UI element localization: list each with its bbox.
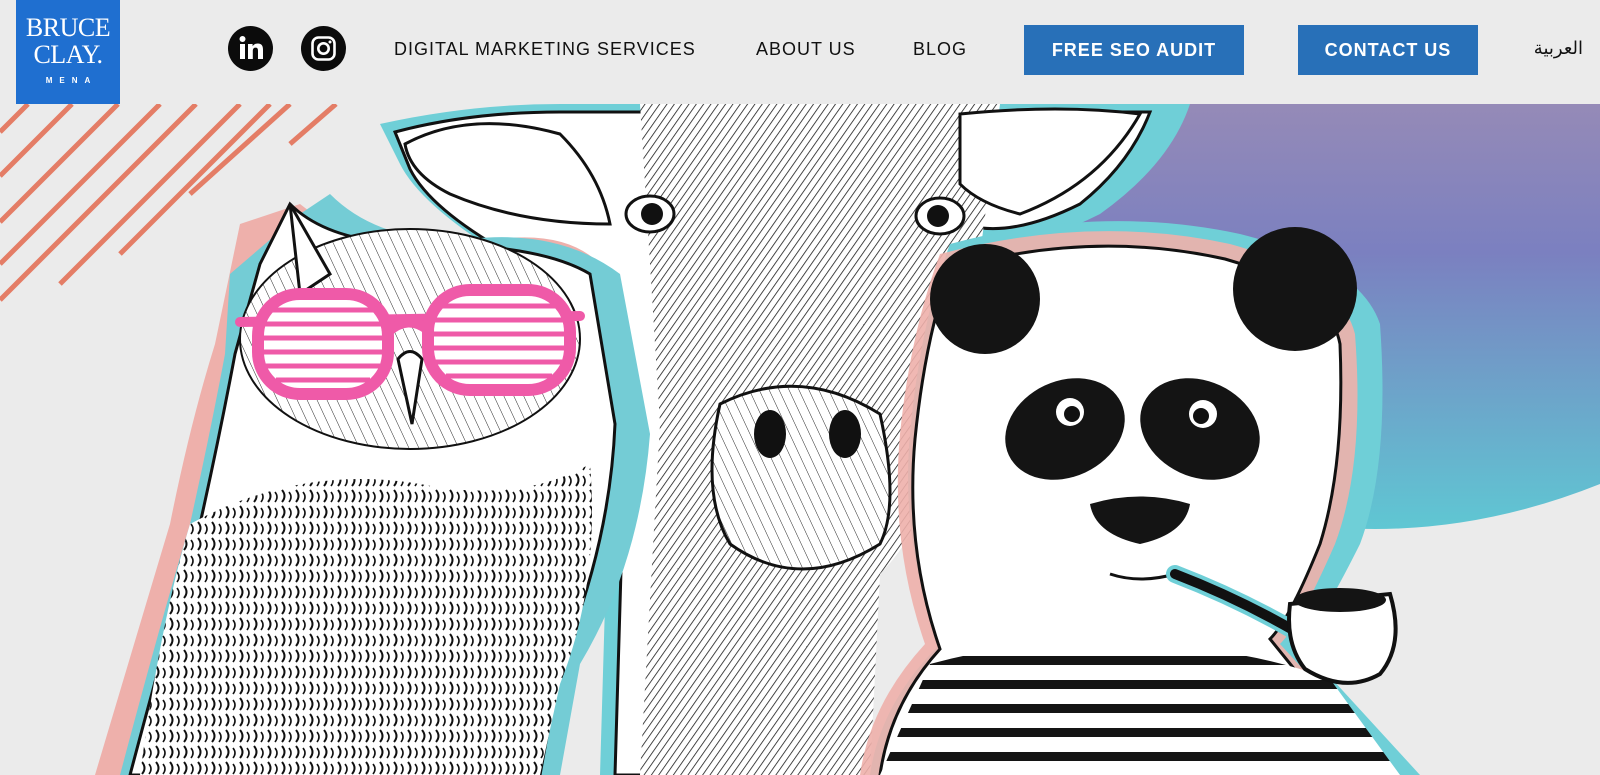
linkedin-icon <box>228 26 273 71</box>
page: Bruce Clay. MENA DIGITAL M <box>0 0 1600 775</box>
instagram-link[interactable] <box>301 26 346 71</box>
hero-illustration <box>0 104 1600 775</box>
site-header: Bruce Clay. MENA DIGITAL M <box>0 0 1600 104</box>
nav-blog[interactable]: BLOG <box>913 38 967 60</box>
brand-logo[interactable]: Bruce Clay. MENA <box>16 0 120 104</box>
contact-us-button[interactable]: CONTACT US <box>1298 25 1478 75</box>
owl-illustration <box>95 194 650 775</box>
logo-line-1: Bruce <box>25 13 111 42</box>
nav-about-us[interactable]: ABOUT US <box>756 38 856 60</box>
linkedin-link[interactable] <box>228 26 273 71</box>
panda-illustration <box>860 221 1420 775</box>
nav-digital-marketing-services[interactable]: DIGITAL MARKETING SERVICES <box>394 38 696 60</box>
instagram-icon <box>301 26 346 71</box>
language-switch-arabic[interactable]: العربية <box>1534 38 1583 60</box>
logo-line-2: Clay. <box>33 40 103 69</box>
free-seo-audit-button[interactable]: FREE SEO AUDIT <box>1024 25 1244 75</box>
logo-line-3: MENA <box>45 76 98 85</box>
hero-banner <box>0 104 1600 775</box>
